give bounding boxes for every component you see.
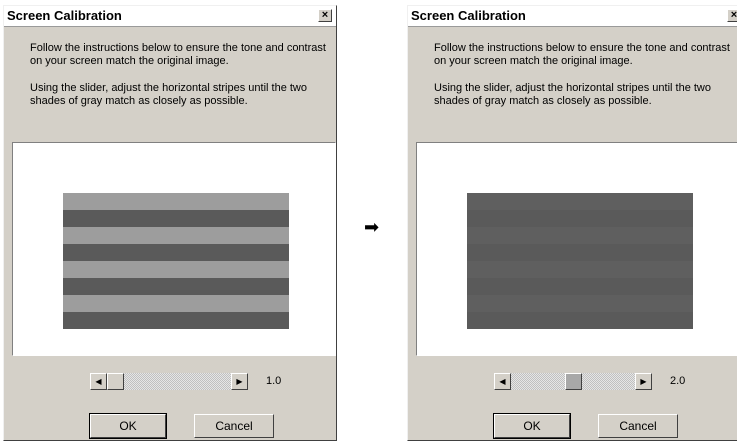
instruction-text-1: Follow the instructions below to ensure … [30,42,326,67]
slider-value: 1.0 [266,375,282,387]
scroll-right-icon[interactable]: ▶ [231,373,248,390]
slider-value: 2.0 [670,375,686,387]
gray-stripes-swatch [63,193,289,329]
instruction-text-2: Using the slider, adjust the horizontal … [30,82,307,107]
calibration-slider[interactable]: ◀ ▶ [494,373,652,390]
calibration-preview-panel [12,142,336,356]
cancel-button[interactable]: Cancel [194,414,274,438]
arrow-right-icon: ➡ [364,217,380,237]
title-bar: Screen Calibration × [408,6,737,27]
close-icon[interactable]: × [318,9,332,22]
calibration-preview-panel [416,142,737,356]
scroll-right-icon[interactable]: ▶ [635,373,652,390]
slider-thumb[interactable] [565,373,582,390]
ok-button[interactable]: OK [89,413,167,439]
slider-thumb[interactable] [107,373,124,390]
instruction-text-2: Using the slider, adjust the horizontal … [434,82,711,107]
cancel-button[interactable]: Cancel [598,414,678,438]
instruction-text-1: Follow the instructions below to ensure … [434,42,730,67]
gray-stripes-swatch [467,193,693,329]
scroll-left-icon[interactable]: ◀ [90,373,107,390]
calibration-slider[interactable]: ◀ ▶ [90,373,248,390]
title-bar: Screen Calibration × [4,6,336,27]
close-icon[interactable]: × [727,9,737,22]
ok-button[interactable]: OK [493,413,571,439]
scroll-left-icon[interactable]: ◀ [494,373,511,390]
dialog-title: Screen Calibration [411,8,526,23]
dialog-title: Screen Calibration [7,8,122,23]
screen-calibration-dialog-before: Screen Calibration × Follow the instruct… [3,5,337,441]
screen-calibration-dialog-after: Screen Calibration × Follow the instruct… [407,5,737,441]
